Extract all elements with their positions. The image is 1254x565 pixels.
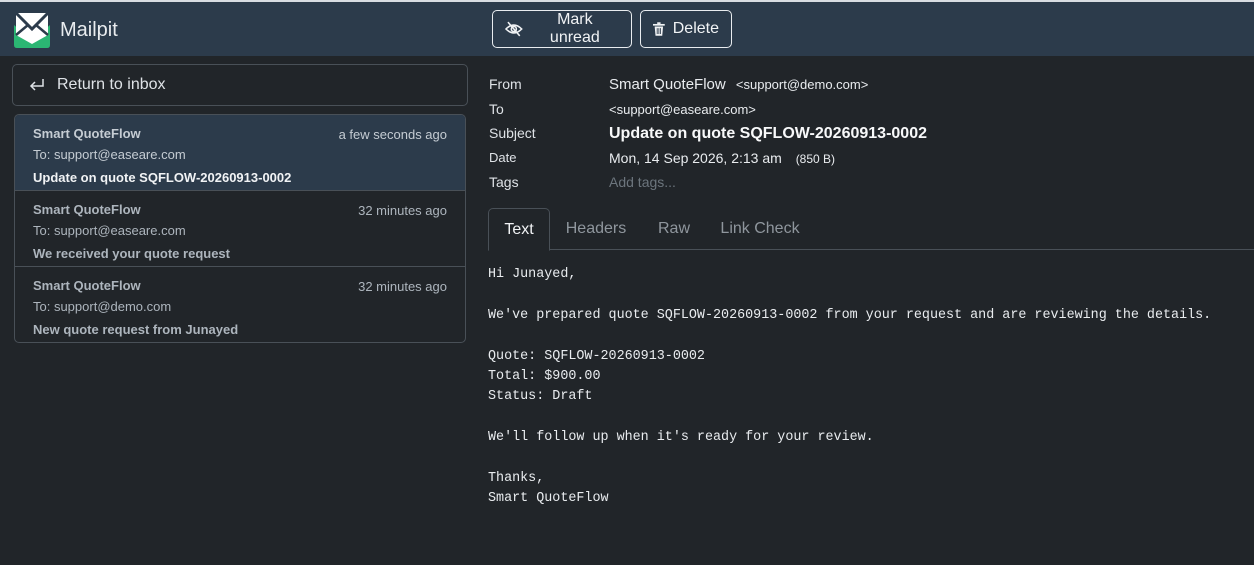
date-value: Mon, 14 Sep 2026, 2:13 am (850 B) <box>609 150 835 166</box>
message-size: (850 B) <box>795 152 836 166</box>
list-item-time: 32 minutes ago <box>358 203 447 218</box>
list-item-time: 32 minutes ago <box>358 279 447 294</box>
eye-slash-icon <box>505 21 523 37</box>
return-to-inbox-button[interactable]: Return to inbox <box>12 64 468 106</box>
subject-label: Subject <box>489 125 536 141</box>
to-label: To <box>489 101 504 117</box>
tags-label: Tags <box>489 174 519 190</box>
tab-raw[interactable]: Raw <box>644 208 704 250</box>
return-arrow-icon <box>29 79 44 91</box>
top-bar: Mailpit Mark unread Delete <box>0 0 1254 56</box>
list-item[interactable]: Smart QuoteFlow a few seconds ago To: su… <box>15 115 465 191</box>
message-list: Smart QuoteFlow a few seconds ago To: su… <box>14 114 466 343</box>
return-label: Return to inbox <box>57 76 166 93</box>
from-label: From <box>489 76 522 92</box>
subject-value: Update on quote SQFLOW-20260913-0002 <box>609 125 927 142</box>
to-email: <support@easeare.com> <box>609 102 756 117</box>
brand[interactable]: Mailpit <box>12 10 118 50</box>
trash-icon <box>653 22 665 36</box>
list-item-time: a few seconds ago <box>338 127 447 142</box>
list-item[interactable]: Smart QuoteFlow 32 minutes ago To: suppo… <box>15 191 465 267</box>
from-value: Smart QuoteFlow <support@demo.com> <box>609 76 868 93</box>
mailpit-logo-icon <box>14 11 50 48</box>
message-body: Hi Junayed, We've prepared quote SQFLOW-… <box>488 267 1212 507</box>
list-item-to: To: support@easeare.com <box>33 147 186 162</box>
tags-input[interactable]: Add tags... <box>609 174 676 190</box>
tab-headers[interactable]: Headers <box>552 208 640 250</box>
mark-unread-label: Mark unread <box>549 11 600 46</box>
app-name: Mailpit <box>60 18 118 41</box>
to-value: <support@easeare.com> <box>609 101 756 118</box>
view-tabs: Text Headers Raw Link Check <box>488 208 1254 251</box>
mark-unread-button[interactable]: Mark unread <box>492 10 632 48</box>
date-label: Date <box>489 150 517 165</box>
tab-link-check[interactable]: Link Check <box>710 208 810 250</box>
list-item-to: To: support@demo.com <box>33 299 172 314</box>
list-item-subject: We received your quote request <box>33 246 230 261</box>
delete-label: Delete <box>672 20 719 37</box>
from-name: Smart QuoteFlow <box>609 76 726 93</box>
list-item-to: To: support@easeare.com <box>33 223 186 238</box>
date-text: Mon, 14 Sep 2026, 2:13 am <box>609 150 782 166</box>
tab-text[interactable]: Text <box>488 208 550 251</box>
list-item-subject: Update on quote SQFLOW-20260913-0002 <box>33 170 292 185</box>
list-item[interactable]: Smart QuoteFlow 32 minutes ago To: suppo… <box>15 267 465 342</box>
list-item-subject: New quote request from Junayed <box>33 322 239 337</box>
from-email: <support@demo.com> <box>735 77 869 92</box>
delete-button[interactable]: Delete <box>640 10 732 48</box>
